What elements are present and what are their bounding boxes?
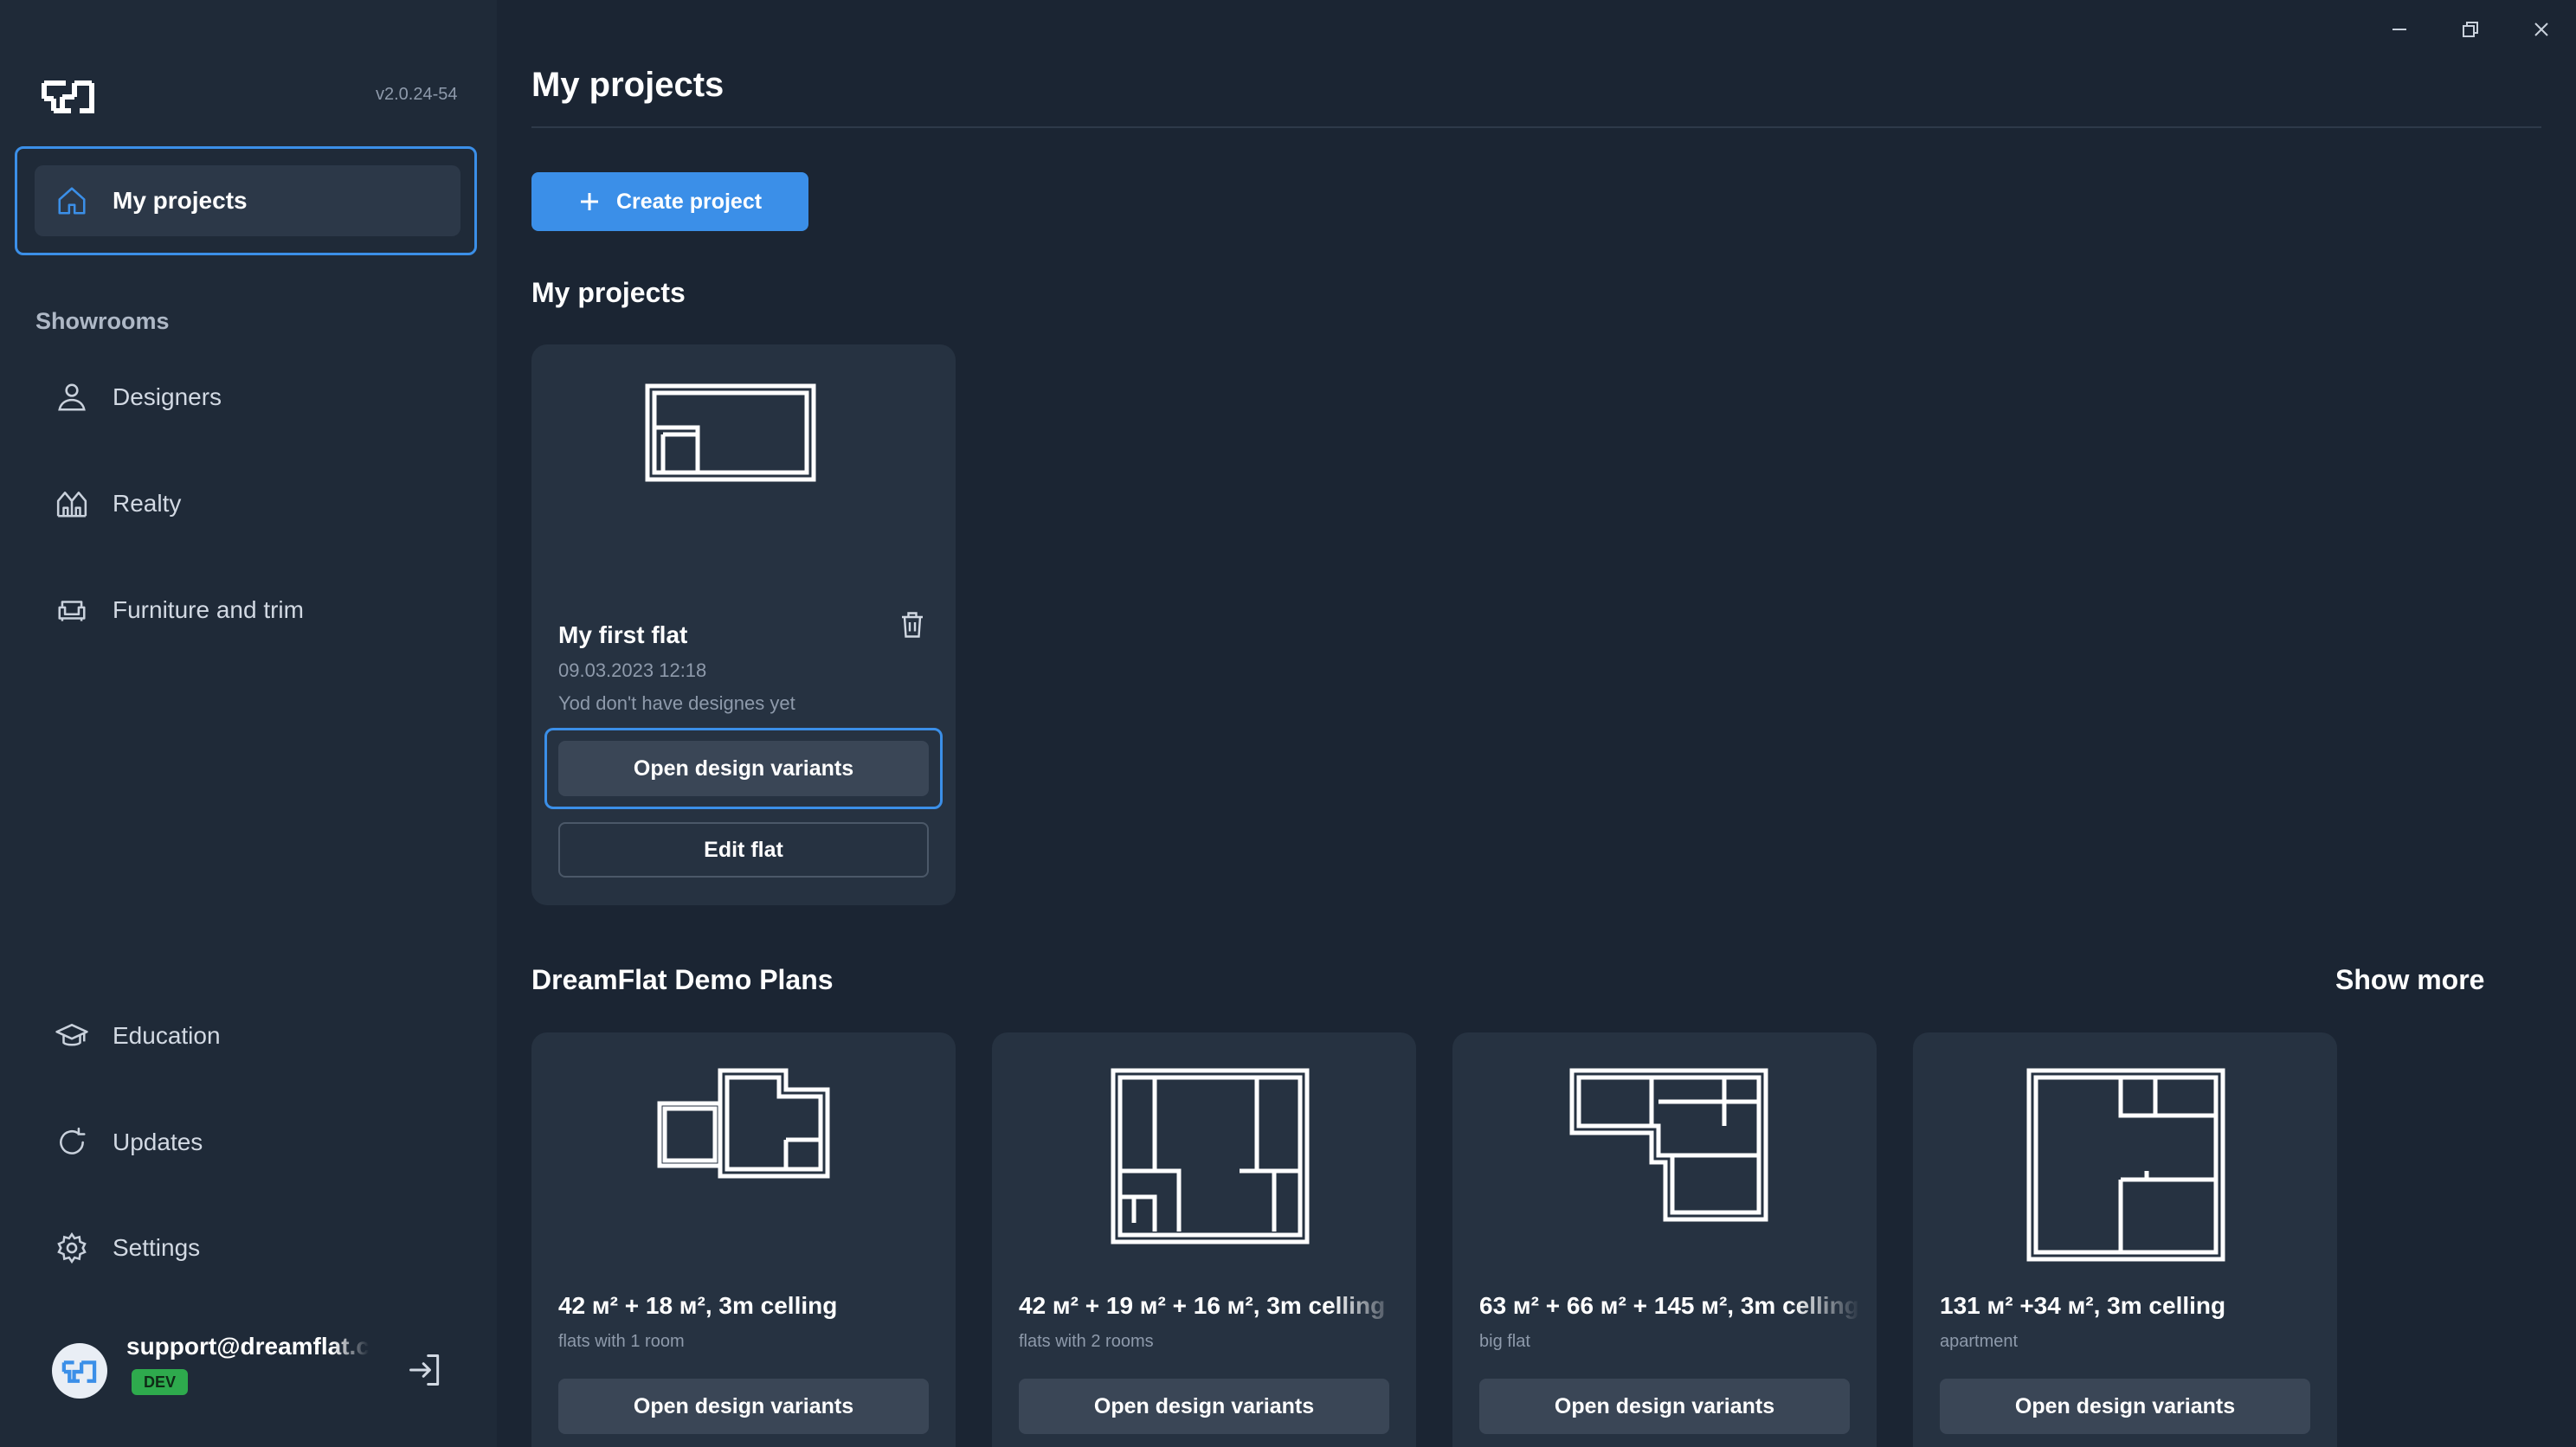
restore-icon <box>2463 22 2478 37</box>
plus-icon <box>580 193 598 210</box>
project-status: Yod don't have designes yet <box>558 692 795 714</box>
dev-badge: DEV <box>132 1369 189 1395</box>
page-title: My projects <box>531 66 724 104</box>
sidebar: v2.0.24-54 My projects Showrooms Designe… <box>0 0 497 1447</box>
sidebar-item-designers[interactable]: Designers <box>35 362 460 433</box>
app-version: v2.0.24-54 <box>376 85 458 104</box>
demo-plan-subtitle: apartment <box>1940 1332 2019 1351</box>
demo-plan-subtitle: flats with 2 rooms <box>1019 1332 1154 1351</box>
gear-icon <box>54 1230 90 1266</box>
demo-plan-title: 63 м² + 66 м² + 145 м², 3m celling <box>1479 1292 1859 1319</box>
minimize-button[interactable] <box>2375 12 2424 47</box>
graduation-cap-icon <box>54 1018 90 1054</box>
sidebar-item-label: Designers <box>113 383 222 410</box>
demo-plan-title: 42 м² + 18 м², 3m celling <box>558 1292 838 1319</box>
floor-plan-thumbnail <box>1569 1068 1768 1222</box>
demo-plans-heading: DreamFlat Demo Plans <box>531 964 834 995</box>
sidebar-item-furniture[interactable]: Furniture and trim <box>35 575 460 646</box>
sidebar-item-updates[interactable]: Updates <box>35 1107 460 1178</box>
floor-plan-thumbnail <box>645 383 816 482</box>
open-design-variants-button[interactable]: Open design variants <box>558 741 929 796</box>
create-project-button[interactable]: Create project <box>531 172 808 231</box>
minimize-icon <box>2392 29 2406 30</box>
sidebar-item-settings[interactable]: Settings <box>35 1212 460 1283</box>
users-icon <box>54 379 90 415</box>
sidebar-item-education[interactable]: Education <box>35 1000 460 1071</box>
sidebar-item-label: My projects <box>113 187 248 214</box>
project-name: My first flat <box>558 621 688 648</box>
building-icon <box>54 486 90 522</box>
avatar[interactable] <box>52 1343 107 1399</box>
project-date: 09.03.2023 12:18 <box>558 659 707 681</box>
demo-plan-card: 42 м² + 19 м² + 16 м², 3m celling flats … <box>992 1032 1416 1447</box>
edit-flat-button[interactable]: Edit flat <box>558 822 929 878</box>
create-project-label: Create project <box>615 189 763 214</box>
demo-plan-card: 131 м² +34 м², 3m celling apartment Open… <box>1913 1032 2337 1447</box>
app-window: v2.0.24-54 My projects Showrooms Designe… <box>0 0 2576 1447</box>
showrooms-section-label: Showrooms <box>35 308 170 334</box>
floor-plan-thumbnail <box>1111 1068 1310 1244</box>
project-card: My first flat 09.03.2023 12:18 Yod don't… <box>531 344 956 905</box>
floor-plan-thumbnail <box>657 1068 830 1179</box>
logout-icon[interactable] <box>403 1348 447 1392</box>
open-design-variants-button[interactable]: Open design variants <box>558 1379 929 1434</box>
floor-plan-thumbnail <box>2026 1068 2225 1262</box>
demo-plan-title: 131 м² +34 м², 3m celling <box>1940 1292 2226 1319</box>
show-more-link[interactable]: Show more <box>2335 964 2484 996</box>
demo-plan-subtitle: big flat <box>1479 1332 1530 1351</box>
sofa-icon <box>54 592 90 628</box>
demo-plan-card: 63 м² + 66 м² + 145 м², 3m celling big f… <box>1452 1032 1877 1447</box>
sidebar-item-label: Education <box>113 1022 221 1049</box>
open-design-variants-button[interactable]: Open design variants <box>1479 1379 1850 1434</box>
sidebar-item-my-projects[interactable]: My projects <box>35 165 460 236</box>
my-projects-heading: My projects <box>531 277 686 308</box>
demo-plan-title: 42 м² + 19 м² + 16 м², 3m celling <box>1019 1292 1386 1319</box>
restore-button[interactable] <box>2446 12 2495 47</box>
dreamflat-logo <box>42 76 104 116</box>
demo-plan-subtitle: flats with 1 room <box>558 1332 685 1351</box>
trash-icon[interactable] <box>897 609 928 640</box>
refresh-icon <box>54 1124 90 1161</box>
sidebar-item-label: Settings <box>113 1234 201 1261</box>
title-divider <box>531 126 2541 128</box>
user-email: support@dreamflat.c <box>126 1333 369 1360</box>
sidebar-item-label: Furniture and trim <box>113 596 304 623</box>
sidebar-item-label: Realty <box>113 490 182 517</box>
close-icon <box>2534 23 2548 36</box>
close-button[interactable] <box>2517 12 2566 47</box>
sidebar-item-realty[interactable]: Realty <box>35 468 460 539</box>
demo-plan-card: 42 м² + 18 м², 3m celling flats with 1 r… <box>531 1032 956 1447</box>
user-profile: support@dreamflat.c DEV <box>52 1333 467 1419</box>
sidebar-item-label: Updates <box>113 1129 203 1155</box>
home-icon <box>54 183 90 219</box>
open-design-variants-button[interactable]: Open design variants <box>1940 1379 2310 1434</box>
open-design-variants-button[interactable]: Open design variants <box>1019 1379 1389 1434</box>
